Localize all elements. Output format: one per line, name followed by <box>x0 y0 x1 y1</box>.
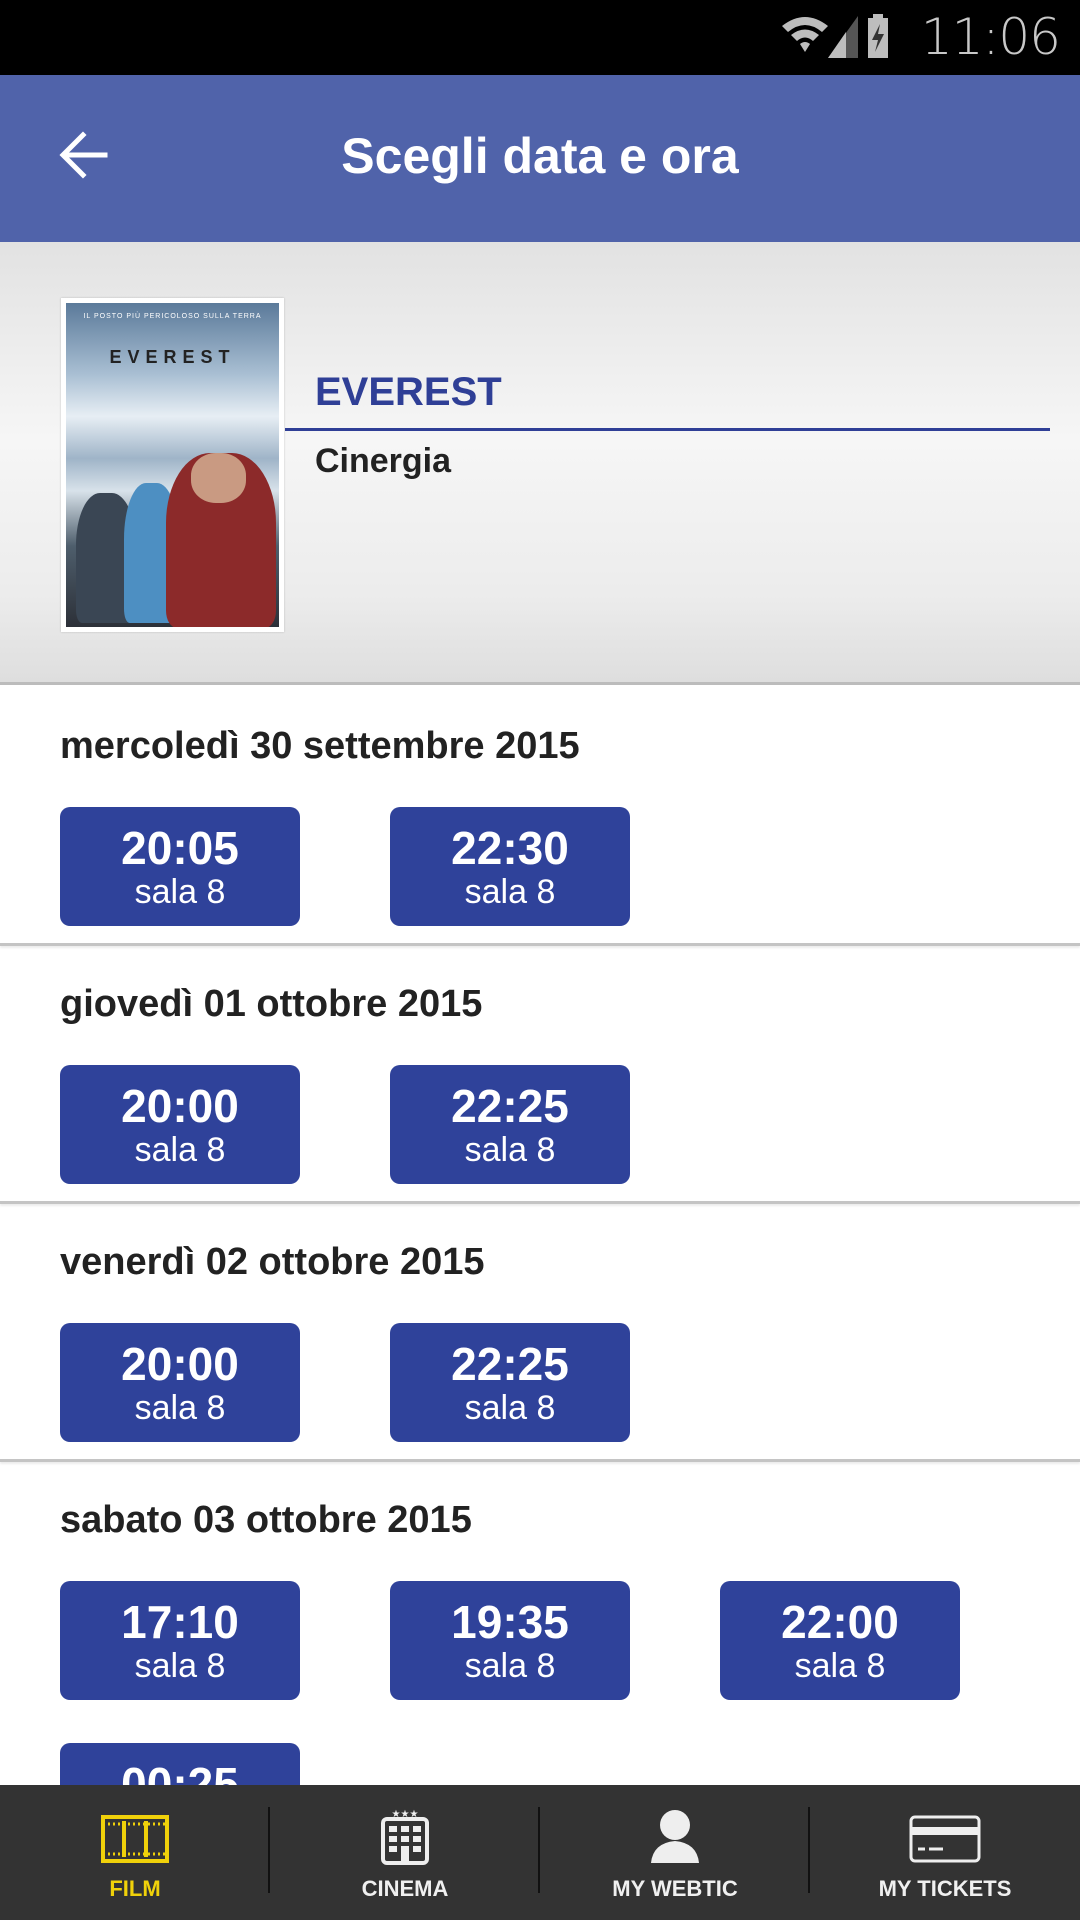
day-date: sabato 03 ottobre 2015 <box>60 1499 472 1541</box>
wifi-icon <box>782 17 828 52</box>
status-icons <box>782 14 888 58</box>
day-date: mercoledì 30 settembre 2015 <box>60 725 580 767</box>
showtime-button[interactable]: 20:00 sala 8 <box>60 1323 300 1442</box>
poster-title: EVEREST <box>109 347 236 367</box>
showtime-time: 19:35 <box>451 1596 569 1648</box>
showtime-room: sala 8 <box>464 1647 556 1685</box>
nav-item-cinema[interactable]: ★★★ CINEMA <box>270 1785 540 1920</box>
credit-card-icon <box>909 1815 981 1863</box>
showtime-room: sala 8 <box>464 1131 556 1169</box>
showtime-room: sala 8 <box>464 1389 556 1427</box>
showtime-button[interactable]: 17:10 sala 8 <box>60 1581 300 1700</box>
showtime-time: 20:00 <box>121 1080 239 1132</box>
schedule-day: giovedì 01 ottobre 2015 20:00 sala 8 22:… <box>0 946 1080 1204</box>
showtime-room: sala 8 <box>134 1131 226 1169</box>
showtime-time: 17:10 <box>121 1596 239 1648</box>
showtime-room: sala 8 <box>134 1647 226 1685</box>
poster-face <box>191 453 246 503</box>
nav-item-my-tickets[interactable]: MY TICKETS <box>810 1785 1080 1920</box>
schedule-day: mercoledì 30 settembre 2015 20:05 sala 8… <box>0 688 1080 946</box>
showtime-room: sala 8 <box>464 873 556 911</box>
showtime-button[interactable]: 22:00 sala 8 <box>720 1581 960 1700</box>
cinema-name: Cinergia <box>315 442 452 480</box>
showtime-button[interactable]: 22:25 sala 8 <box>390 1323 630 1442</box>
showtime-room: sala 8 <box>794 1647 886 1685</box>
nav-label: CINEMA <box>361 1876 449 1901</box>
movie-poster: IL POSTO PIÙ PERICOLOSO SULLA TERRA EVER… <box>61 298 284 632</box>
schedule-day: venerdì 02 ottobre 2015 20:00 sala 8 22:… <box>0 1204 1080 1462</box>
showtime-button[interactable]: 22:25 sala 8 <box>390 1065 630 1184</box>
showtime-button[interactable]: 20:05 sala 8 <box>60 807 300 926</box>
page-title: Scegli data e ora <box>341 128 739 184</box>
nav-item-film[interactable]: FILM <box>0 1785 270 1920</box>
status-time: 11:06 <box>920 8 1061 66</box>
showtime-button[interactable]: 22:30 sala 8 <box>390 807 630 926</box>
title-underline <box>285 428 1050 431</box>
movie-header: IL POSTO PIÙ PERICOLOSO SULLA TERRA EVER… <box>0 242 1080 685</box>
film-strip-icon <box>101 1815 169 1863</box>
showtime-room: sala 8 <box>134 1389 226 1427</box>
building-icon: ★★★ <box>381 1809 429 1865</box>
bottom-nav: FILM ★★★ CINEMA MY WEBTIC MY TICKETS <box>0 1785 1080 1920</box>
user-icon <box>651 1810 699 1863</box>
showtime-room: sala 8 <box>134 873 226 911</box>
showtime-time: 20:00 <box>121 1338 239 1390</box>
app-bar: Scegli data e ora <box>0 75 1080 242</box>
day-date: venerdì 02 ottobre 2015 <box>60 1241 485 1283</box>
showtime-time: 22:00 <box>781 1596 899 1648</box>
movie-title: EVEREST <box>315 370 502 414</box>
status-bar: 11:06 <box>0 0 1080 75</box>
showtime-time: 22:30 <box>451 822 569 874</box>
poster-image: IL POSTO PIÙ PERICOLOSO SULLA TERRA EVER… <box>66 303 279 627</box>
nav-label: MY TICKETS <box>878 1876 1012 1901</box>
showtime-time: 22:25 <box>451 1080 569 1132</box>
day-date: giovedì 01 ottobre 2015 <box>60 983 483 1025</box>
showtime-button[interactable]: 19:35 sala 8 <box>390 1581 630 1700</box>
poster-tagline: IL POSTO PIÙ PERICOLOSO SULLA TERRA <box>83 313 262 320</box>
signal-icon <box>828 16 858 58</box>
battery-charging-icon <box>868 14 888 58</box>
nav-label: MY WEBTIC <box>612 1876 738 1901</box>
showtime-time: 22:25 <box>451 1338 569 1390</box>
showtime-button[interactable]: 20:00 sala 8 <box>60 1065 300 1184</box>
nav-item-my-webtic[interactable]: MY WEBTIC <box>540 1785 810 1920</box>
showtime-time: 20:05 <box>121 822 239 874</box>
nav-label: FILM <box>109 1876 161 1901</box>
